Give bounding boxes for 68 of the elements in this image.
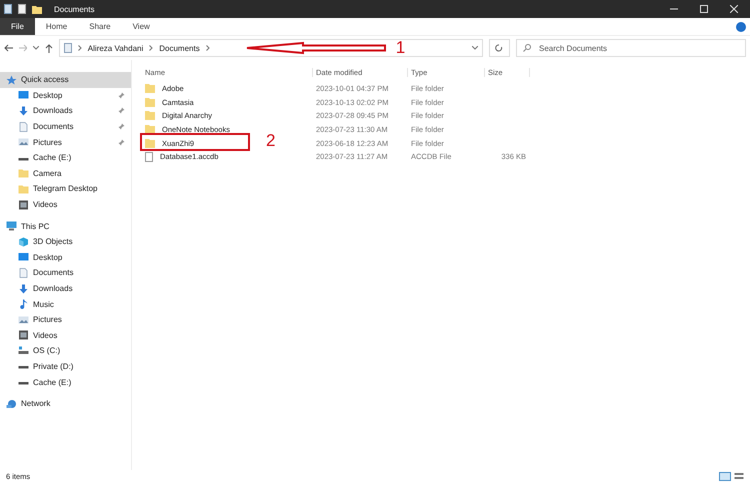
folder-icon — [18, 184, 29, 194]
cube-icon — [18, 236, 29, 247]
pin-icon — [118, 123, 125, 130]
sidebar-item[interactable]: Cache (E:) — [0, 374, 131, 390]
sidebar-item[interactable]: Downloads — [0, 280, 131, 296]
pictures-icon — [18, 137, 29, 148]
folder-icon[interactable] — [32, 4, 42, 14]
chevron-right-icon — [78, 45, 82, 51]
tiles-view-icon[interactable] — [734, 472, 744, 480]
document-icon — [18, 268, 29, 278]
sidebar-item[interactable]: 3D Objects — [0, 234, 131, 250]
pictures-icon — [18, 314, 29, 325]
sidebar-item[interactable]: Documents — [0, 118, 131, 134]
maximize-icon[interactable] — [700, 5, 708, 13]
music-note-icon — [18, 299, 29, 310]
refresh-icon — [495, 44, 504, 52]
help-icon[interactable] — [736, 22, 746, 32]
sidebar-item[interactable]: Documents — [0, 265, 131, 281]
desktop-icon — [18, 90, 29, 100]
download-icon — [18, 106, 29, 116]
sidebar-item[interactable]: Desktop — [0, 250, 131, 266]
document-icon — [64, 43, 72, 53]
star-icon — [6, 74, 17, 85]
sidebar-item[interactable]: Pictures — [0, 312, 131, 328]
drive-icon — [18, 346, 29, 356]
pin-icon — [118, 92, 125, 99]
address-bar[interactable]: Alireza Vahdani Documents 1 — [58, 39, 483, 57]
download-icon — [18, 284, 29, 294]
sidebar-item[interactable]: Camera — [0, 166, 131, 182]
window-title: Documents — [54, 4, 94, 14]
sidebar-item[interactable]: Videos — [0, 328, 131, 344]
sidebar-item[interactable]: Downloads — [0, 103, 131, 119]
film-icon — [18, 330, 29, 340]
details-view-icon[interactable] — [719, 472, 731, 480]
chevron-right-icon — [206, 45, 210, 51]
pin-icon — [118, 138, 125, 146]
sidebar-item[interactable]: Music — [0, 296, 131, 312]
sidebar-item[interactable]: Private (D:) — [0, 358, 131, 374]
ribbon-tab[interactable]: File — [0, 18, 35, 35]
chevron-down-icon[interactable] — [33, 46, 40, 50]
monitor-icon — [6, 221, 17, 232]
callout-number: 2 — [266, 131, 276, 152]
breadcrumb[interactable]: Alireza Vahdani — [88, 44, 144, 52]
network-icon — [6, 398, 17, 409]
file-icon — [145, 152, 153, 162]
sidebar-item[interactable]: Quick access — [0, 72, 131, 88]
callout-number: 1 — [396, 38, 406, 58]
search-field[interactable]: Search Documents — [516, 39, 746, 57]
folder-icon — [18, 168, 29, 178]
back-arrow-icon[interactable] — [4, 44, 13, 52]
close-icon[interactable] — [730, 5, 738, 13]
sidebar-item[interactable]: Cache (E:) — [0, 150, 131, 166]
sidebar-item[interactable]: Telegram Desktop — [0, 181, 131, 197]
sidebar-item[interactable]: Desktop — [0, 88, 131, 104]
sidebar-item[interactable]: Pictures — [0, 134, 131, 150]
up-arrow-icon[interactable] — [45, 44, 53, 52]
breadcrumb[interactable]: Documents — [159, 44, 200, 52]
sidebar-item[interactable]: OS (C:) — [0, 343, 131, 359]
chevron-right-icon — [149, 45, 154, 51]
refresh-button[interactable] — [488, 39, 510, 57]
sidebar-item[interactable]: This PC — [0, 218, 131, 234]
desktop-icon — [18, 252, 29, 262]
chevron-down-icon[interactable] — [472, 46, 478, 50]
pin-icon — [118, 107, 125, 114]
document-icon — [18, 122, 29, 132]
sidebar-item[interactable]: Network — [0, 396, 131, 412]
film-icon — [18, 200, 29, 210]
sidebar-item[interactable]: Videos — [0, 196, 131, 212]
